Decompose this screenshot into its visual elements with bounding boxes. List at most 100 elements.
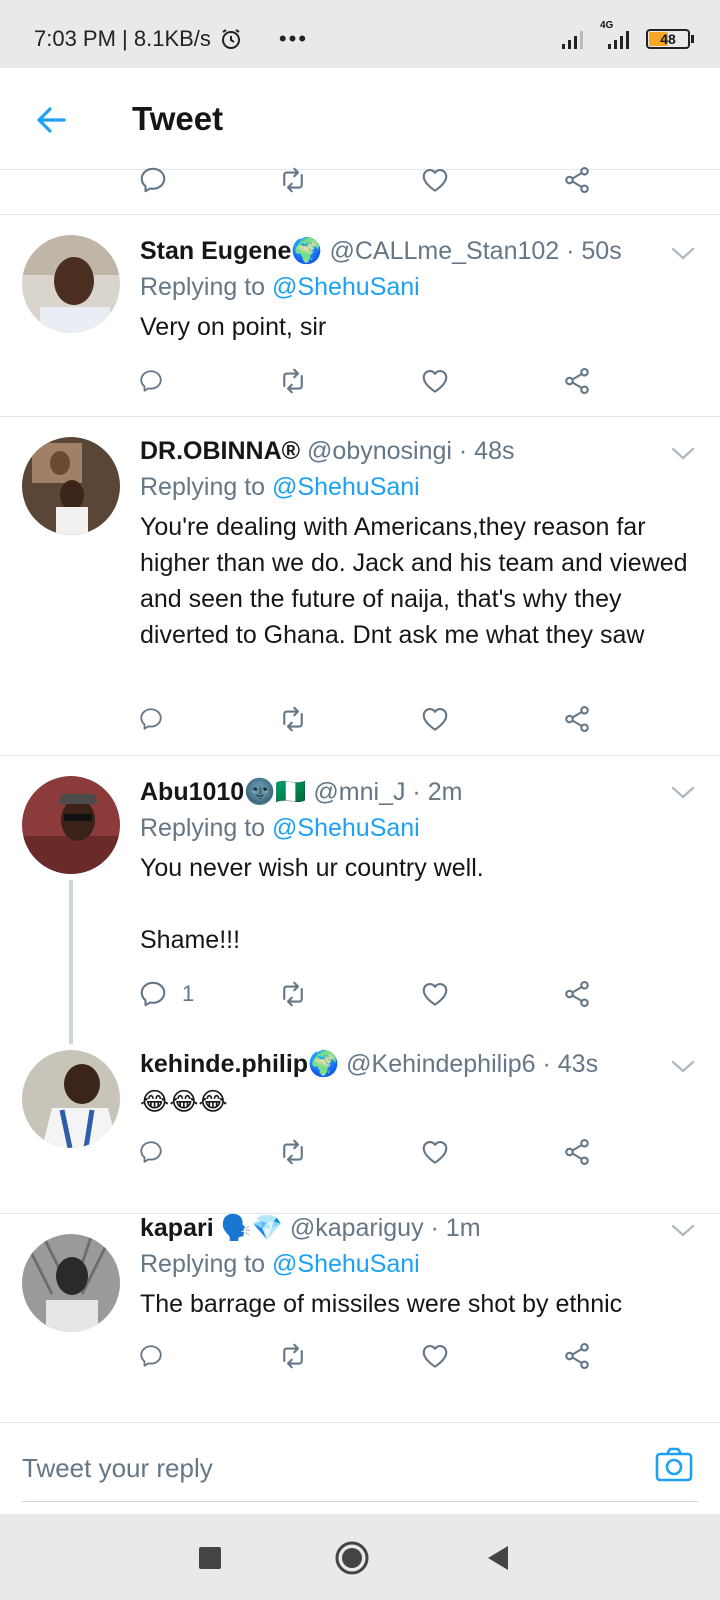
- share-button[interactable]: [562, 974, 602, 1014]
- camera-button[interactable]: [654, 1445, 694, 1485]
- share-icon: [565, 1342, 589, 1370]
- share-button[interactable]: [562, 1336, 602, 1376]
- tweet-text: Very on point, sir: [140, 313, 327, 341]
- replying-to-prefix: Replying to: [140, 1250, 273, 1278]
- share-icon: [565, 1138, 589, 1166]
- replying-to: Replying to @ShehuSani: [140, 814, 420, 843]
- back-nav-button[interactable]: [480, 1540, 516, 1576]
- chevron-down-icon[interactable]: [668, 780, 698, 804]
- share-icon: [565, 367, 589, 395]
- reply-input[interactable]: Tweet your reply: [22, 1453, 213, 1484]
- like-button[interactable]: [420, 974, 460, 1014]
- comment-icon: [140, 1345, 162, 1367]
- like-button[interactable]: [420, 1132, 460, 1172]
- chevron-down-icon[interactable]: [668, 241, 698, 265]
- avatar[interactable]: [22, 1234, 120, 1332]
- tweet-item[interactable]: kehinde.philip🌍 @Kehindephilip6 · 43s 😂😂…: [0, 1050, 720, 1213]
- chevron-down-icon[interactable]: [668, 1218, 698, 1242]
- back-button[interactable]: [32, 100, 72, 140]
- tweet-item[interactable]: DR.OBINNA® @obynosingi · 48s Replying to…: [0, 417, 720, 755]
- network-label: 4G: [600, 20, 614, 31]
- tweet-item[interactable]: Stan Eugene🌍 @CALLme_Stan102 · 50s Reply…: [0, 215, 720, 416]
- reply-button[interactable]: [138, 160, 178, 200]
- replying-to-mention[interactable]: @ShehuSani: [272, 473, 420, 501]
- heart-icon: [422, 1344, 448, 1368]
- display-name[interactable]: kehinde.philip🌍: [140, 1050, 339, 1078]
- chevron-down-icon[interactable]: [668, 441, 698, 465]
- retweet-button[interactable]: [278, 699, 318, 739]
- avatar[interactable]: [22, 1050, 120, 1148]
- tweet-text: You never wish ur country well. Shame!!!: [140, 854, 484, 954]
- replying-to-mention[interactable]: @ShehuSani: [272, 1250, 420, 1278]
- share-button[interactable]: [562, 160, 602, 200]
- reply-underline: [22, 1501, 698, 1502]
- share-button[interactable]: [562, 699, 602, 739]
- handle-time: @kapariguy · 1m: [289, 1214, 481, 1242]
- share-button[interactable]: [562, 361, 602, 401]
- comment-icon: [140, 370, 162, 392]
- reply-button[interactable]: [138, 1132, 178, 1172]
- comment-icon: [140, 1141, 162, 1163]
- avatar[interactable]: [22, 235, 120, 333]
- tweet-text: You're dealing with Americans,they reaso…: [140, 513, 695, 649]
- handle-time: @Kehindephilip6 · 43s: [346, 1050, 599, 1078]
- action-bar: [138, 361, 618, 401]
- display-name[interactable]: kapari 🗣️💎: [140, 1214, 283, 1242]
- retweet-icon: [283, 706, 303, 732]
- retweet-button[interactable]: [278, 1336, 318, 1376]
- square-icon: [199, 1547, 221, 1569]
- like-button[interactable]: [420, 1336, 460, 1376]
- share-button[interactable]: [562, 1132, 602, 1172]
- heart-icon: [422, 1140, 448, 1164]
- replying-to: Replying to @ShehuSani: [140, 1250, 420, 1279]
- comment-icon: [140, 981, 166, 1007]
- replying-to-mention[interactable]: @ShehuSani: [272, 814, 420, 842]
- comment-icon: [140, 167, 166, 193]
- chevron-down-icon[interactable]: [668, 1054, 698, 1078]
- camera-icon: [655, 1447, 693, 1482]
- tweet-header: DR.OBINNA® @obynosingi · 48s: [140, 437, 514, 466]
- tweet-item[interactable]: kapari 🗣️💎 @kapariguy · 1m Replying to @…: [0, 1214, 720, 1422]
- retweet-button[interactable]: [278, 160, 318, 200]
- like-button[interactable]: [420, 699, 460, 739]
- action-bar: [138, 1336, 618, 1376]
- status-time: 7:03 PM | 8.1KB/s: [34, 26, 211, 51]
- replying-to-mention[interactable]: @ShehuSani: [272, 273, 420, 301]
- home-button[interactable]: [334, 1540, 370, 1576]
- reply-count: 1: [182, 981, 195, 1006]
- heart-icon: [422, 369, 448, 393]
- retweet-button[interactable]: [278, 1132, 318, 1172]
- heart-icon: [422, 982, 448, 1006]
- system-nav-bar: [0, 1514, 720, 1600]
- avatar[interactable]: [22, 437, 120, 535]
- retweet-button[interactable]: [278, 974, 318, 1014]
- reply-button[interactable]: [138, 699, 178, 739]
- thread-line: [69, 880, 73, 1044]
- retweet-icon: [283, 981, 303, 1007]
- tweet-header: kapari 🗣️💎 @kapariguy · 1m: [140, 1214, 481, 1243]
- battery-label: 48: [660, 31, 676, 47]
- reply-button[interactable]: [138, 361, 178, 401]
- share-icon: [565, 980, 589, 1008]
- tweet-item[interactable]: Abu1010🌚🇳🇬 @mni_J · 2m Replying to @Sheh…: [0, 756, 720, 1044]
- alarm-icon: [221, 29, 240, 49]
- like-button[interactable]: [420, 160, 460, 200]
- arrow-left-icon: [37, 107, 66, 133]
- like-button[interactable]: [420, 361, 460, 401]
- reply-button[interactable]: [138, 1336, 178, 1376]
- display-name[interactable]: Stan Eugene🌍: [140, 237, 323, 265]
- display-name[interactable]: Abu1010🌚🇳🇬: [140, 778, 306, 806]
- display-name[interactable]: DR.OBINNA®: [140, 437, 300, 465]
- replying-to: Replying to @ShehuSani: [140, 473, 420, 502]
- handle-time: @obynosingi · 48s: [307, 437, 515, 465]
- retweet-button[interactable]: [278, 361, 318, 401]
- reply-button[interactable]: 1: [138, 974, 218, 1014]
- recents-button[interactable]: [192, 1540, 228, 1576]
- avatar[interactable]: [22, 776, 120, 874]
- replying-to: Replying to @ShehuSani: [140, 273, 420, 302]
- avatar-image: [22, 235, 120, 333]
- signal-icon: [562, 31, 583, 49]
- reply-composer[interactable]: Tweet your reply: [0, 1422, 720, 1514]
- heart-icon: [422, 168, 448, 192]
- share-icon: [565, 166, 589, 194]
